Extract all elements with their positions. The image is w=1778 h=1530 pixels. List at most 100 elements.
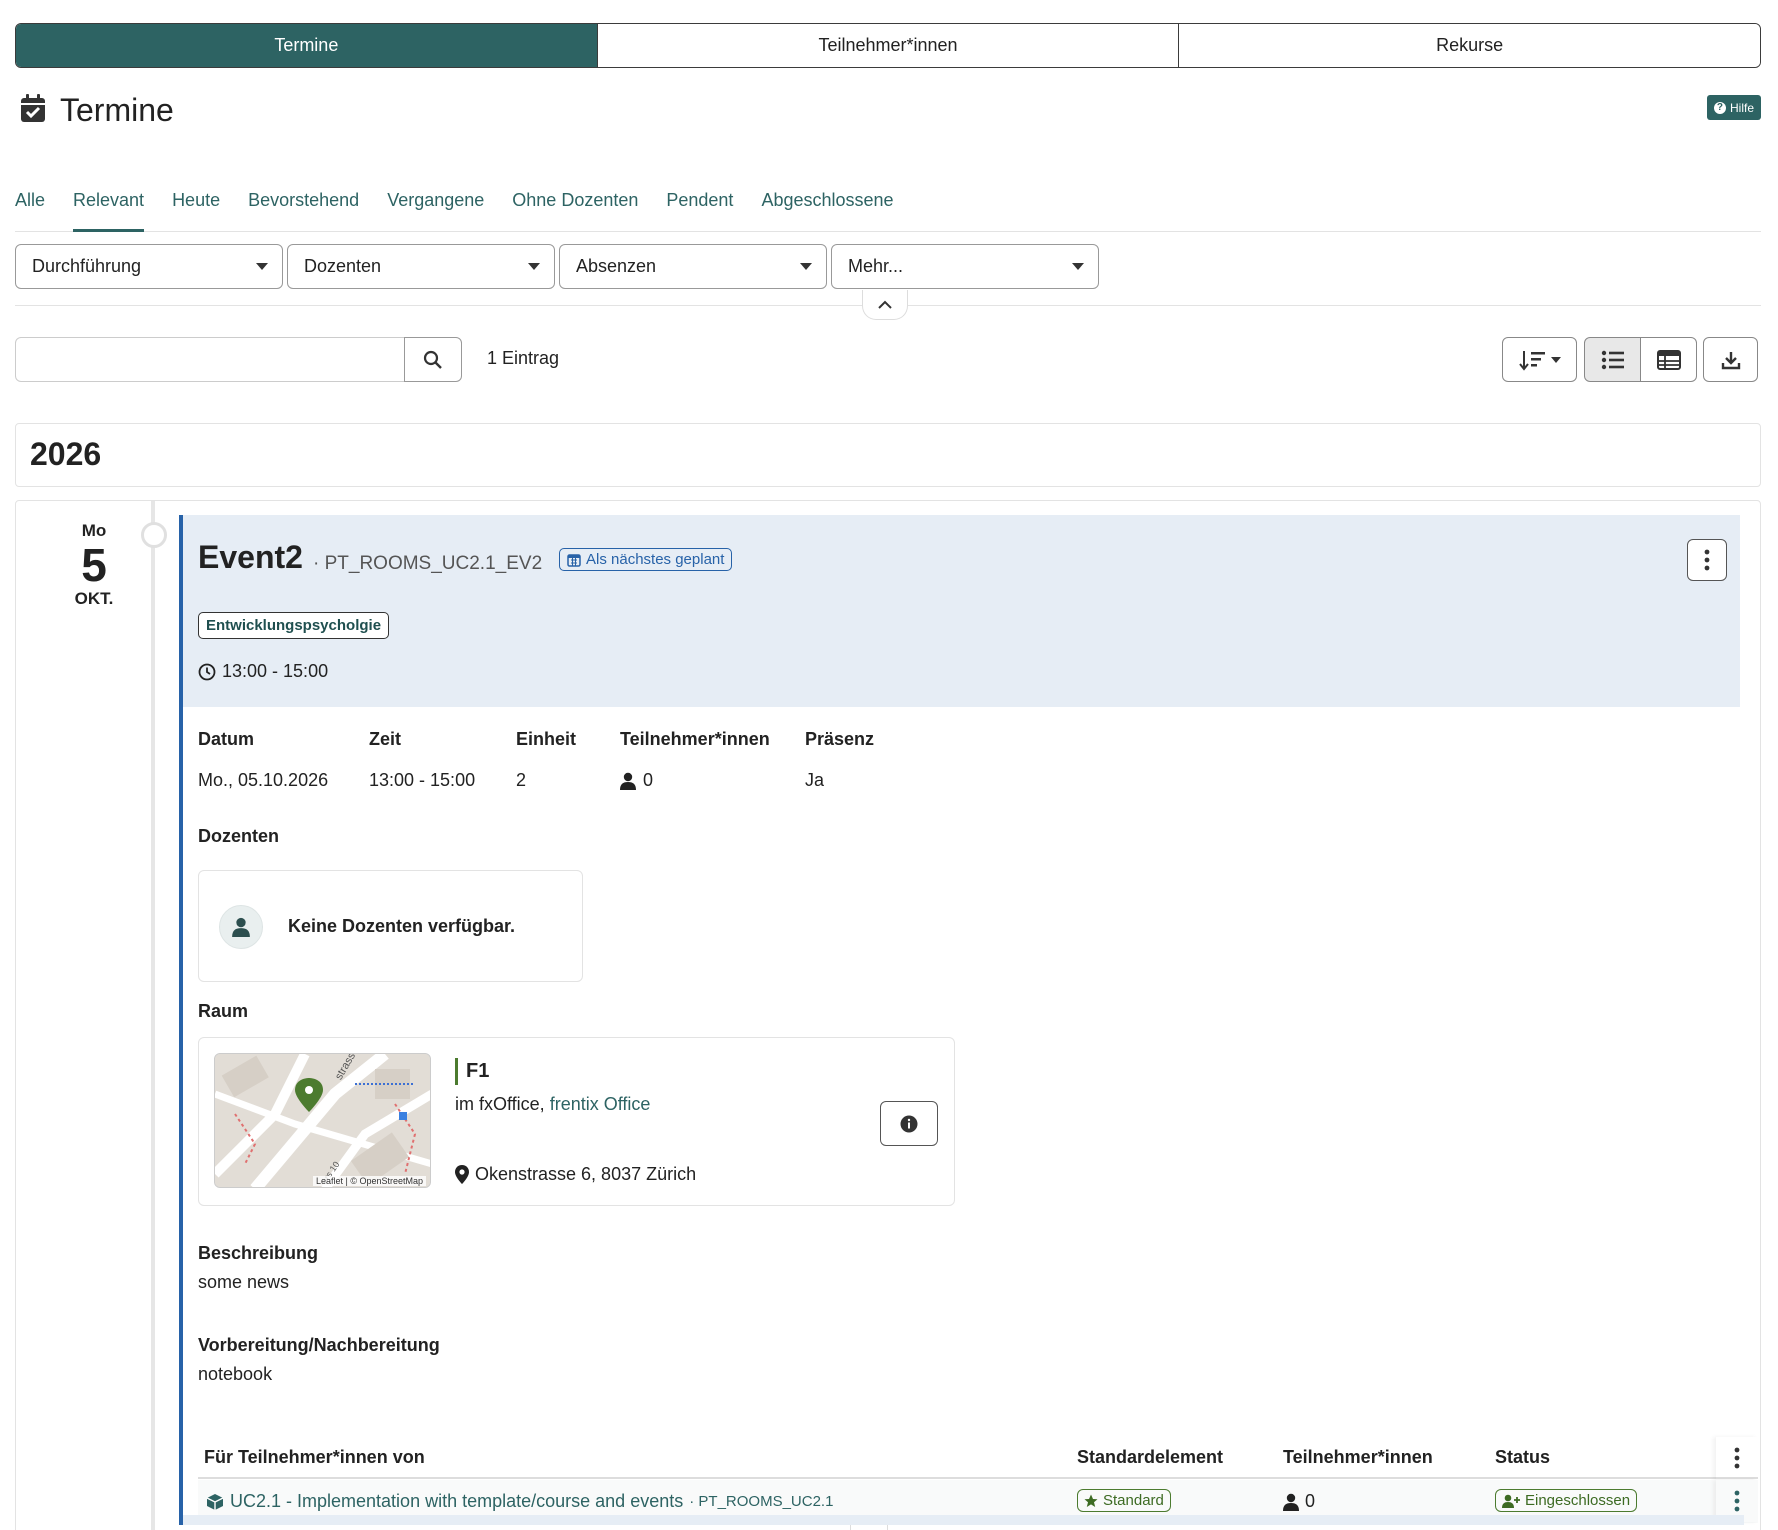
tab-termine[interactable]: Termine [16, 24, 598, 67]
event-card: Event2 · PT_ROOMS_UC2.1_EV2 Als nächstes… [179, 515, 1758, 1530]
table-menu-button[interactable] [1716, 1437, 1758, 1479]
participants-cell: 0 [1283, 1491, 1315, 1512]
label-teilnehmer: Teilnehmer*innen [620, 729, 770, 749]
course-cell: UC2.1 - Implementation with template/cou… [206, 1491, 833, 1512]
label-praesenz: Präsenz [805, 729, 875, 749]
user-plus-icon [1502, 1494, 1520, 1508]
map-attribution[interactable]: Leaflet | © OpenStreetMap [312, 1176, 426, 1186]
month-label: OKT. [74, 589, 114, 608]
filter-tab-vergangene[interactable]: Vergangene [387, 190, 484, 232]
filter-tab-abgeschlossene[interactable]: Abgeschlossene [761, 190, 893, 232]
search-input[interactable] [15, 337, 405, 382]
label-einheit: Einheit [516, 729, 577, 749]
search-icon [423, 350, 442, 369]
subject-tag: Entwicklungspsycholgie [198, 612, 390, 639]
status-badge: Eingeschlossen [1495, 1489, 1638, 1512]
caret-down-icon [1550, 356, 1561, 363]
column-header: Status [1495, 1447, 1551, 1467]
column-header: Teilnehmer*innen [1283, 1447, 1433, 1467]
timeline: Mo 5 OKT. Event2 · PT_ROOMS_UC2.1_EV2 Al… [15, 500, 1761, 1530]
event-time: 13:00 - 15:00 [198, 661, 328, 682]
map-tiles [215, 1054, 430, 1187]
date-badge: Mo 5 OKT. [54, 521, 134, 609]
column-header: Standardelement [1077, 1447, 1224, 1467]
event-menu-button[interactable] [1687, 539, 1727, 581]
kebab-icon [1734, 1490, 1740, 1512]
chevron-up-icon [878, 300, 892, 309]
top-tab-bar: Termine Teilnehmer*innen Rekurse [15, 23, 1761, 68]
standard-label: Standard [1103, 1492, 1164, 1509]
user-icon [1283, 1493, 1299, 1511]
sort-icon [1518, 350, 1545, 371]
search-button[interactable] [404, 337, 462, 382]
caret-down-icon [256, 263, 268, 270]
star-icon [1084, 1494, 1098, 1507]
caret-down-icon [1072, 263, 1084, 270]
value-einheit: 2 [516, 770, 527, 790]
room-info-button[interactable] [880, 1101, 938, 1146]
beschreibung-label: Beschreibung [198, 1243, 319, 1263]
dropdown-label: Mehr... [848, 256, 904, 276]
download-button[interactable] [1703, 337, 1758, 382]
filter-dropdowns: Durchführung Dozenten Absenzen Mehr... [15, 244, 1099, 289]
next-planned-badge: Als nächstes geplant [559, 548, 733, 571]
filter-tab-bevorstehend[interactable]: Bevorstehend [248, 190, 359, 232]
room-name: F1 [455, 1058, 489, 1085]
calendar-check-icon [20, 93, 46, 128]
dropdown-label: Dozenten [304, 256, 382, 276]
location-prefix: im fxOffice, [455, 1094, 545, 1114]
timeline-line [151, 501, 155, 1530]
standard-cell: Standard [1077, 1489, 1171, 1512]
filter-tab-relevant[interactable]: Relevant [73, 190, 145, 232]
tab-rekurse[interactable]: Rekurse [1179, 24, 1760, 67]
list-icon [1601, 350, 1624, 369]
vorbereitung-text: notebook [198, 1364, 273, 1384]
filter-tab-ohne-dozenten[interactable]: Ohne Dozenten [512, 190, 638, 232]
value-zeit: 13:00 - 15:00 [369, 770, 476, 790]
event-title[interactable]: Event2 [198, 539, 303, 576]
table-header-row: Für Teilnehmer*innen von Standardelement… [198, 1437, 1758, 1479]
badge-label: Als nächstes geplant [586, 551, 725, 568]
standard-badge: Standard [1077, 1489, 1171, 1512]
vorbereitung-label: Vorbereitung/Nachbereitung [198, 1335, 440, 1355]
user-icon [232, 917, 250, 937]
year-label: 2026 [30, 436, 102, 472]
list-view-button[interactable] [1584, 337, 1641, 382]
value-teilnehmer: 0 [620, 770, 653, 791]
filter-tab-alle[interactable]: Alle [15, 190, 45, 232]
tab-teilnehmer[interactable]: Teilnehmer*innen [597, 24, 1180, 67]
location-link[interactable]: frentix Office [550, 1094, 651, 1114]
table-view-button[interactable] [1640, 337, 1697, 382]
help-button[interactable]: ? Hilfe [1706, 95, 1761, 120]
year-header: 2026 [15, 423, 1761, 487]
value-datum: Mo., 05.10.2026 [198, 770, 329, 790]
sort-button[interactable] [1502, 337, 1577, 382]
course-code: · PT_ROOMS_UC2.1 [689, 1493, 834, 1510]
beschreibung-text: some news [198, 1272, 290, 1292]
table-icon [1656, 349, 1681, 370]
course-link[interactable]: UC2.1 - Implementation with template/cou… [230, 1491, 683, 1512]
dropdown-label: Durchführung [32, 256, 142, 276]
filter-tab-heute[interactable]: Heute [172, 190, 220, 232]
room-card: strasse ers 10 Leaflet | © OpenStreetMap… [198, 1037, 955, 1206]
caret-down-icon [800, 263, 812, 270]
page-header: Termine [20, 92, 174, 129]
info-icon [900, 1115, 918, 1132]
caret-down-icon [528, 263, 540, 270]
collapse-filters-button[interactable] [862, 290, 908, 320]
dropdown-durchfuehrung[interactable]: Durchführung [15, 244, 283, 289]
dropdown-absenzen[interactable]: Absenzen [559, 244, 827, 289]
map-marker-icon [455, 1165, 469, 1184]
room-map[interactable]: strasse ers 10 Leaflet | © OpenStreetMap [214, 1053, 431, 1188]
day-number: 5 [81, 539, 107, 591]
dropdown-label: Absenzen [576, 256, 657, 276]
entry-count: 1 Eintrag [487, 348, 560, 368]
event-header: Event2 · PT_ROOMS_UC2.1_EV2 Als nächstes… [183, 515, 1740, 707]
dropdown-mehr[interactable]: Mehr... [831, 244, 1099, 289]
kebab-icon [1734, 1447, 1740, 1469]
dropdown-dozenten[interactable]: Dozenten [287, 244, 555, 289]
filter-tab-pendent[interactable]: Pendent [666, 190, 733, 232]
status-label: Eingeschlossen [1525, 1492, 1631, 1509]
label-datum: Datum [198, 729, 255, 749]
collapse-card-button[interactable] [850, 1525, 888, 1530]
